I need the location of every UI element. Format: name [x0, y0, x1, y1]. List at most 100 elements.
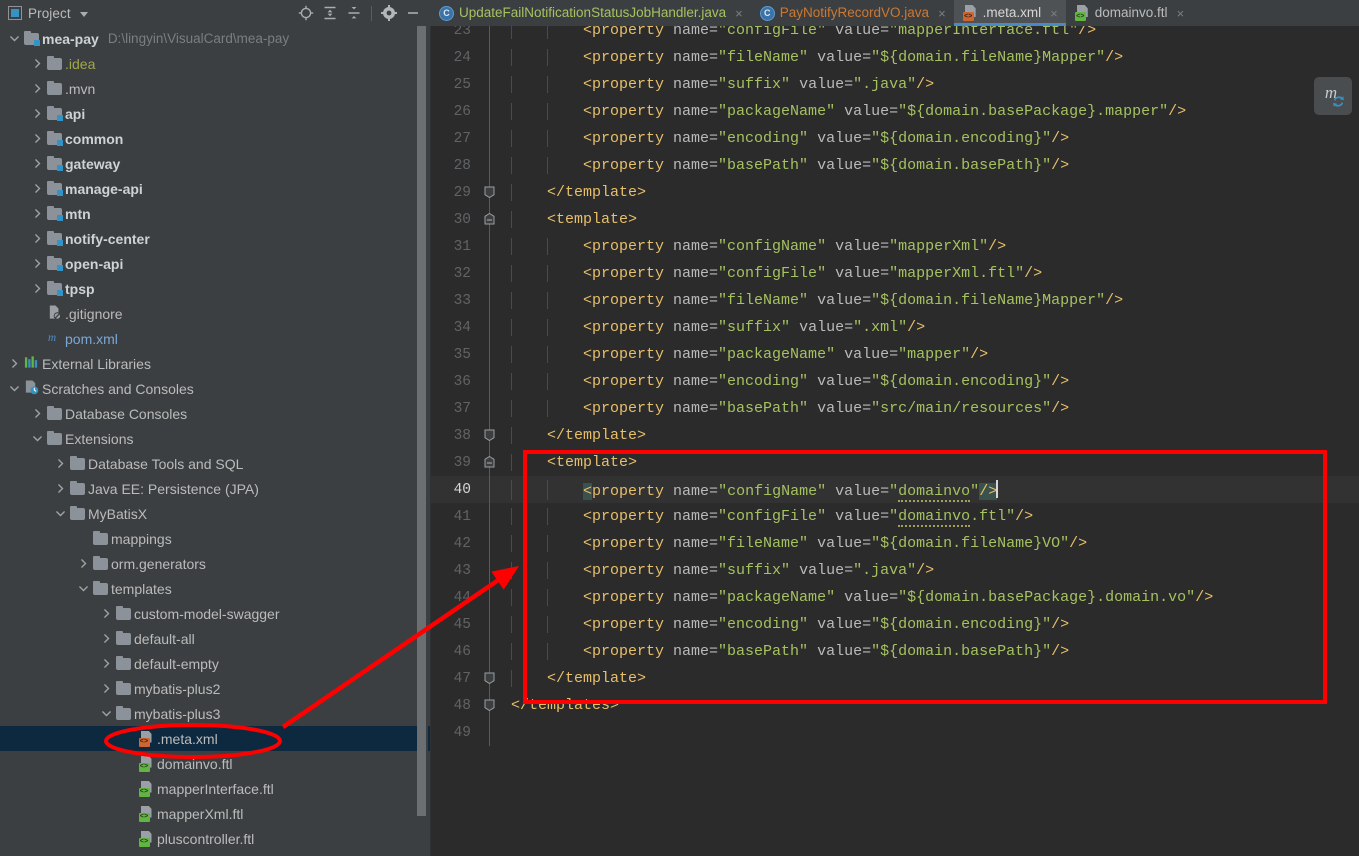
chevron-right-icon[interactable]	[29, 133, 45, 144]
editor-line[interactable]: 26 <property name="packageName" value="${…	[431, 98, 1359, 125]
close-icon[interactable]: ×	[1050, 7, 1058, 20]
editor-line[interactable]: 41 <property name="configFile" value="dom…	[431, 503, 1359, 530]
code-text[interactable]: <property name="fileName" value="${domai…	[501, 292, 1359, 309]
chevron-down-icon[interactable]	[79, 11, 88, 17]
code-text[interactable]: <property name="packageName" value="${do…	[501, 103, 1359, 120]
tree-row[interactable]: Database Consoles	[0, 401, 430, 426]
fold-end-icon[interactable]	[484, 186, 495, 199]
fold-collapse-icon[interactable]	[484, 212, 495, 225]
tree-row-selected[interactable]: <> .meta.xml	[0, 726, 430, 751]
editor-line[interactable]: 25 <property name="suffix" value=".java"/…	[431, 71, 1359, 98]
code-text[interactable]: <property name="suffix" value=".java"/>	[501, 76, 1359, 93]
editor-line[interactable]: 23 <property name="configFile" value="map…	[431, 26, 1359, 44]
editor-line[interactable]: 49	[431, 719, 1359, 746]
editor-line[interactable]: 31 <property name="configName" value="map…	[431, 233, 1359, 260]
fold-gutter[interactable]	[479, 71, 501, 98]
code-text[interactable]: <property name="fileName" value="${domai…	[501, 535, 1359, 552]
tree-row[interactable]: manage-api	[0, 176, 430, 201]
editor-line[interactable]: 39 <template>	[431, 449, 1359, 476]
fold-end-icon[interactable]	[484, 429, 495, 442]
editor-line[interactable]: 27 <property name="encoding" value="${dom…	[431, 125, 1359, 152]
tree-row[interactable]: .idea	[0, 51, 430, 76]
chevron-right-icon[interactable]	[29, 58, 45, 69]
code-text[interactable]: <property name="configFile" value="domai…	[501, 508, 1359, 527]
chevron-right-icon[interactable]	[52, 458, 68, 469]
fold-gutter[interactable]	[479, 206, 501, 233]
code-text[interactable]: <property name="suffix" value=".java"/>	[501, 562, 1359, 579]
chevron-right-icon[interactable]	[6, 358, 22, 369]
tree-row[interactable]: mtn	[0, 201, 430, 226]
code-text[interactable]: <template>	[501, 211, 1359, 228]
editor-line[interactable]: 35 <property name="packageName" value="ma…	[431, 341, 1359, 368]
code-text[interactable]: </templates>	[501, 697, 1359, 714]
editor-line[interactable]: 34 <property name="suffix" value=".xml"/>	[431, 314, 1359, 341]
tree-row[interactable]: Extensions	[0, 426, 430, 451]
code-text[interactable]: </template>	[501, 427, 1359, 444]
fold-gutter[interactable]	[479, 503, 501, 530]
fold-gutter[interactable]	[479, 584, 501, 611]
code-text[interactable]: <template>	[501, 454, 1359, 471]
tree-row[interactable]: MyBatisX	[0, 501, 430, 526]
editor-line[interactable]: 42 <property name="fileName" value="${dom…	[431, 530, 1359, 557]
chevron-right-icon[interactable]	[29, 408, 45, 419]
editor-line[interactable]: 43 <property name="suffix" value=".java"/…	[431, 557, 1359, 584]
editor-line-current[interactable]: 40 <property name="configName" value="dom…	[431, 476, 1359, 503]
tree-row[interactable]: External Libraries	[0, 351, 430, 376]
code-text[interactable]: <property name="encoding" value="${domai…	[501, 130, 1359, 147]
editor-line[interactable]: 24 <property name="fileName" value="${dom…	[431, 44, 1359, 71]
editor-line[interactable]: 32 <property name="configFile" value="map…	[431, 260, 1359, 287]
chevron-down-icon[interactable]	[29, 433, 45, 444]
code-text[interactable]: </template>	[501, 184, 1359, 201]
project-panel-title-group[interactable]: Project	[8, 6, 88, 21]
fold-gutter[interactable]	[479, 611, 501, 638]
chevron-down-icon[interactable]	[6, 383, 22, 394]
editor-line[interactable]: 28 <property name="basePath" value="${dom…	[431, 152, 1359, 179]
code-text[interactable]: <property name="configFile" value="mappe…	[501, 265, 1359, 282]
code-text[interactable]: <property name="basePath" value="src/mai…	[501, 400, 1359, 417]
fold-gutter[interactable]	[479, 368, 501, 395]
fold-gutter[interactable]	[479, 125, 501, 152]
fold-end-icon[interactable]	[484, 699, 495, 712]
chevron-right-icon[interactable]	[98, 633, 114, 644]
chevron-down-icon[interactable]	[75, 583, 91, 594]
code-text[interactable]: <property name="packageName" value="${do…	[501, 589, 1359, 606]
tree-row[interactable]: custom-model-swagger	[0, 601, 430, 626]
fold-gutter[interactable]	[479, 341, 501, 368]
chevron-right-icon[interactable]	[29, 83, 45, 94]
sidebar-scrollbar-thumb[interactable]	[417, 26, 426, 816]
close-icon[interactable]: ×	[938, 7, 946, 20]
chevron-right-icon[interactable]	[52, 483, 68, 494]
fold-gutter[interactable]	[479, 98, 501, 125]
code-text[interactable]: </template>	[501, 670, 1359, 687]
code-text[interactable]: <property name="configName" value="mappe…	[501, 238, 1359, 255]
editor-line[interactable]: 30 <template>	[431, 206, 1359, 233]
tree-row[interactable]: <> mapperInterface.ftl	[0, 776, 430, 801]
fold-gutter[interactable]	[479, 44, 501, 71]
editor-line[interactable]: 38 </template>	[431, 422, 1359, 449]
tree-row[interactable]: Database Tools and SQL	[0, 451, 430, 476]
chevron-right-icon[interactable]	[29, 208, 45, 219]
tree-row[interactable]: notify-center	[0, 226, 430, 251]
fold-collapse-icon[interactable]	[484, 455, 495, 468]
chevron-right-icon[interactable]	[98, 683, 114, 694]
tree-row[interactable]: mybatis-plus3	[0, 701, 430, 726]
fold-gutter[interactable]	[479, 719, 501, 746]
tree-row[interactable]: gateway	[0, 151, 430, 176]
chevron-right-icon[interactable]	[29, 158, 45, 169]
fold-gutter[interactable]	[479, 476, 501, 503]
editor-line[interactable]: 33 <property name="fileName" value="${dom…	[431, 287, 1359, 314]
fold-gutter[interactable]	[479, 638, 501, 665]
fold-end-icon[interactable]	[484, 672, 495, 685]
chevron-right-icon[interactable]	[29, 108, 45, 119]
tree-row[interactable]: api	[0, 101, 430, 126]
tree-row[interactable]: .mvn	[0, 76, 430, 101]
tree-row[interactable]: <> mapperXml.ftl	[0, 801, 430, 826]
tree-row[interactable]: default-empty	[0, 651, 430, 676]
chevron-right-icon[interactable]	[29, 233, 45, 244]
code-text[interactable]: <property name="encoding" value="${domai…	[501, 373, 1359, 390]
tree-row[interactable]: open-api	[0, 251, 430, 276]
chevron-right-icon[interactable]	[29, 258, 45, 269]
code-text[interactable]: <property name="fileName" value="${domai…	[501, 49, 1359, 66]
tree-row[interactable]: templates	[0, 576, 430, 601]
editor-line[interactable]: 48 </templates>	[431, 692, 1359, 719]
